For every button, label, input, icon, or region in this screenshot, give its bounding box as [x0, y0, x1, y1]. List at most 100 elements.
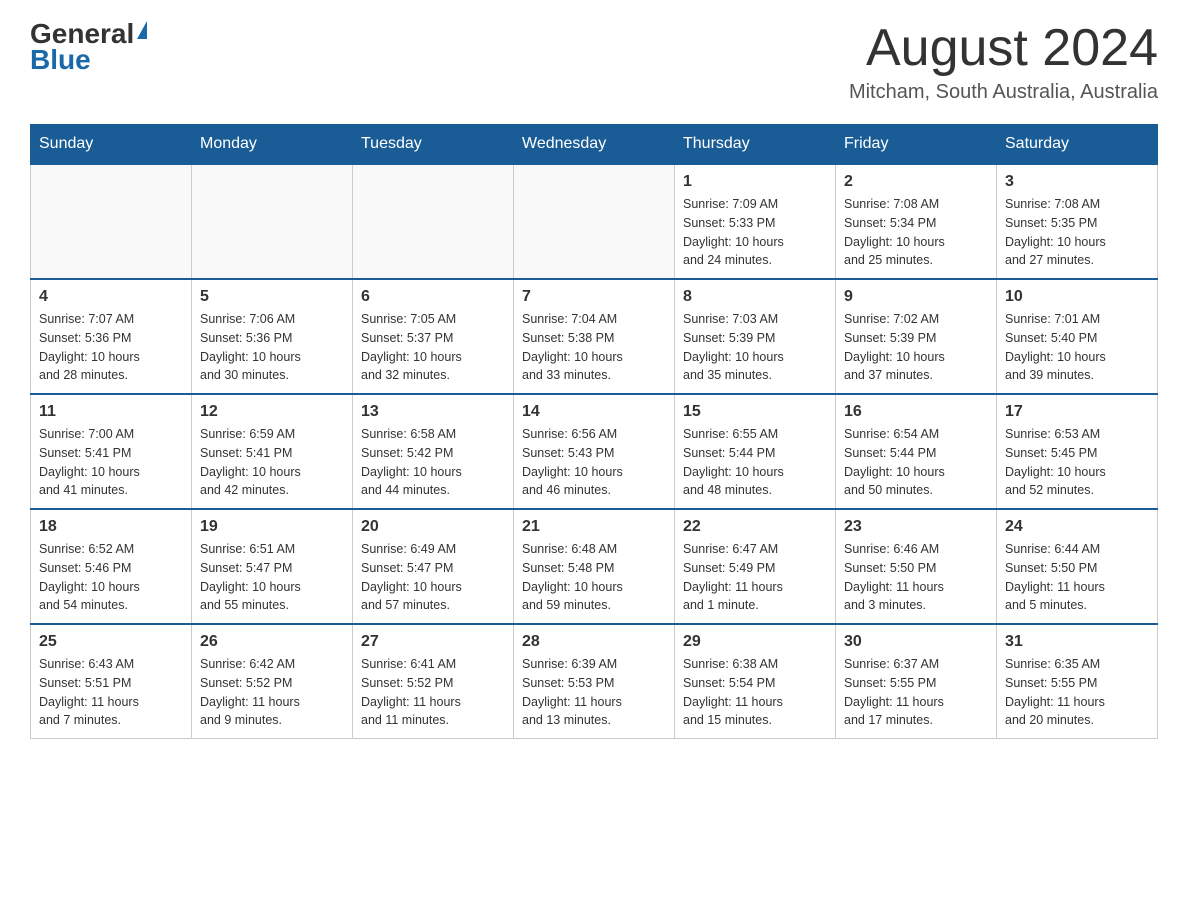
day-number: 9 — [844, 288, 988, 306]
column-header-friday: Friday — [836, 125, 997, 165]
calendar-cell: 3Sunrise: 7:08 AM Sunset: 5:35 PM Daylig… — [997, 164, 1158, 279]
calendar-cell — [514, 164, 675, 279]
calendar-cell: 5Sunrise: 7:06 AM Sunset: 5:36 PM Daylig… — [192, 279, 353, 394]
calendar-cell — [31, 164, 192, 279]
day-info: Sunrise: 7:04 AM Sunset: 5:38 PM Dayligh… — [522, 310, 666, 385]
day-info: Sunrise: 7:00 AM Sunset: 5:41 PM Dayligh… — [39, 425, 183, 500]
calendar-week-4: 18Sunrise: 6:52 AM Sunset: 5:46 PM Dayli… — [31, 509, 1158, 624]
day-info: Sunrise: 6:48 AM Sunset: 5:48 PM Dayligh… — [522, 540, 666, 615]
calendar-week-1: 1 Sunrise: 7:09 AM Sunset: 5:33 PM Daylig… — [31, 164, 1158, 279]
day-number: 20 — [361, 518, 505, 536]
day-info: Sunrise: 6:49 AM Sunset: 5:47 PM Dayligh… — [361, 540, 505, 615]
calendar-cell: 10 Sunrise: 7:01 AM Sunset: 5:40 PM Dayli… — [997, 279, 1158, 394]
day-info: Sunrise: 6:39 AM Sunset: 5:53 PM Dayligh… — [522, 655, 666, 730]
day-number: 6 — [361, 288, 505, 306]
day-info: Sunrise: 7:07 AM Sunset: 5:36 PM Dayligh… — [39, 310, 183, 385]
day-number: 27 — [361, 633, 505, 651]
calendar-cell: 31 Sunrise: 6:35 AM Sunset: 5:55 PM Dayli… — [997, 624, 1158, 739]
day-info: Sunrise: 6:54 AM Sunset: 5:44 PM Dayligh… — [844, 425, 988, 500]
day-info: Sunrise: 6:47 AM Sunset: 5:49 PM Dayligh… — [683, 540, 827, 615]
calendar-cell: 26 Sunrise: 6:42 AM Sunset: 5:52 PM Dayli… — [192, 624, 353, 739]
calendar-cell — [353, 164, 514, 279]
calendar-cell: 21Sunrise: 6:48 AM Sunset: 5:48 PM Dayli… — [514, 509, 675, 624]
day-number: 29 — [683, 633, 827, 651]
day-info: Sunrise: 7:09 AM Sunset: 5:33 PM Dayligh… — [683, 195, 827, 270]
day-info: Sunrise: 6:35 AM Sunset: 5:55 PM Dayligh… — [1005, 655, 1149, 730]
calendar-week-3: 11 Sunrise: 7:00 AM Sunset: 5:41 PM Dayli… — [31, 394, 1158, 509]
day-number: 11 — [39, 403, 183, 421]
day-number: 26 — [200, 633, 344, 651]
day-number: 17 — [1005, 403, 1149, 421]
day-info: Sunrise: 6:43 AM Sunset: 5:51 PM Dayligh… — [39, 655, 183, 730]
column-header-sunday: Sunday — [31, 125, 192, 165]
day-number: 16 — [844, 403, 988, 421]
column-header-monday: Monday — [192, 125, 353, 165]
day-info: Sunrise: 6:53 AM Sunset: 5:45 PM Dayligh… — [1005, 425, 1149, 500]
calendar-cell: 28 Sunrise: 6:39 AM Sunset: 5:53 PM Dayli… — [514, 624, 675, 739]
page-header: General Blue August 2024 Mitcham, South … — [30, 20, 1158, 104]
calendar-cell: 30Sunrise: 6:37 AM Sunset: 5:55 PM Dayli… — [836, 624, 997, 739]
day-info: Sunrise: 7:08 AM Sunset: 5:34 PM Dayligh… — [844, 195, 988, 270]
calendar-cell: 18Sunrise: 6:52 AM Sunset: 5:46 PM Dayli… — [31, 509, 192, 624]
day-info: Sunrise: 6:46 AM Sunset: 5:50 PM Dayligh… — [844, 540, 988, 615]
calendar-cell: 9 Sunrise: 7:02 AM Sunset: 5:39 PM Daylig… — [836, 279, 997, 394]
logo-triangle-icon — [137, 21, 147, 39]
day-number: 5 — [200, 288, 344, 306]
day-number: 24 — [1005, 518, 1149, 536]
calendar-cell: 27 Sunrise: 6:41 AM Sunset: 5:52 PM Dayli… — [353, 624, 514, 739]
calendar-cell: 11 Sunrise: 7:00 AM Sunset: 5:41 PM Dayli… — [31, 394, 192, 509]
calendar-table: SundayMondayTuesdayWednesdayThursdayFrid… — [30, 124, 1158, 739]
calendar-week-2: 4 Sunrise: 7:07 AM Sunset: 5:36 PM Daylig… — [31, 279, 1158, 394]
day-number: 14 — [522, 403, 666, 421]
day-number: 19 — [200, 518, 344, 536]
calendar-cell: 23 Sunrise: 6:46 AM Sunset: 5:50 PM Dayli… — [836, 509, 997, 624]
month-title: August 2024 — [849, 20, 1158, 77]
calendar-cell: 19 Sunrise: 6:51 AM Sunset: 5:47 PM Dayli… — [192, 509, 353, 624]
day-number: 10 — [1005, 288, 1149, 306]
calendar-week-5: 25 Sunrise: 6:43 AM Sunset: 5:51 PM Dayli… — [31, 624, 1158, 739]
day-info: Sunrise: 6:42 AM Sunset: 5:52 PM Dayligh… — [200, 655, 344, 730]
calendar-cell: 17 Sunrise: 6:53 AM Sunset: 5:45 PM Dayli… — [997, 394, 1158, 509]
calendar-cell: 16 Sunrise: 6:54 AM Sunset: 5:44 PM Dayli… — [836, 394, 997, 509]
day-info: Sunrise: 7:01 AM Sunset: 5:40 PM Dayligh… — [1005, 310, 1149, 385]
calendar-cell: 20 Sunrise: 6:49 AM Sunset: 5:47 PM Dayli… — [353, 509, 514, 624]
day-info: Sunrise: 6:51 AM Sunset: 5:47 PM Dayligh… — [200, 540, 344, 615]
day-info: Sunrise: 6:58 AM Sunset: 5:42 PM Dayligh… — [361, 425, 505, 500]
calendar-cell: 22 Sunrise: 6:47 AM Sunset: 5:49 PM Dayli… — [675, 509, 836, 624]
day-number: 28 — [522, 633, 666, 651]
calendar-cell: 7Sunrise: 7:04 AM Sunset: 5:38 PM Daylig… — [514, 279, 675, 394]
day-info: Sunrise: 6:56 AM Sunset: 5:43 PM Dayligh… — [522, 425, 666, 500]
day-number: 15 — [683, 403, 827, 421]
day-info: Sunrise: 7:05 AM Sunset: 5:37 PM Dayligh… — [361, 310, 505, 385]
day-info: Sunrise: 6:38 AM Sunset: 5:54 PM Dayligh… — [683, 655, 827, 730]
location-title: Mitcham, South Australia, Australia — [849, 81, 1158, 104]
column-header-wednesday: Wednesday — [514, 125, 675, 165]
calendar-cell — [192, 164, 353, 279]
day-number: 25 — [39, 633, 183, 651]
day-number: 23 — [844, 518, 988, 536]
day-info: Sunrise: 6:55 AM Sunset: 5:44 PM Dayligh… — [683, 425, 827, 500]
calendar-cell: 13Sunrise: 6:58 AM Sunset: 5:42 PM Dayli… — [353, 394, 514, 509]
calendar-cell: 25 Sunrise: 6:43 AM Sunset: 5:51 PM Dayli… — [31, 624, 192, 739]
day-info: Sunrise: 6:59 AM Sunset: 5:41 PM Dayligh… — [200, 425, 344, 500]
day-info: Sunrise: 7:08 AM Sunset: 5:35 PM Dayligh… — [1005, 195, 1149, 270]
day-number: 1 — [683, 173, 827, 191]
day-number: 30 — [844, 633, 988, 651]
calendar-cell: 12Sunrise: 6:59 AM Sunset: 5:41 PM Dayli… — [192, 394, 353, 509]
column-header-tuesday: Tuesday — [353, 125, 514, 165]
day-info: Sunrise: 7:02 AM Sunset: 5:39 PM Dayligh… — [844, 310, 988, 385]
calendar-cell: 29 Sunrise: 6:38 AM Sunset: 5:54 PM Dayli… — [675, 624, 836, 739]
day-number: 4 — [39, 288, 183, 306]
calendar-cell: 2 Sunrise: 7:08 AM Sunset: 5:34 PM Daylig… — [836, 164, 997, 279]
day-number: 22 — [683, 518, 827, 536]
calendar-cell: 4 Sunrise: 7:07 AM Sunset: 5:36 PM Daylig… — [31, 279, 192, 394]
calendar-header-row: SundayMondayTuesdayWednesdayThursdayFrid… — [31, 125, 1158, 165]
day-info: Sunrise: 6:41 AM Sunset: 5:52 PM Dayligh… — [361, 655, 505, 730]
calendar-cell: 8Sunrise: 7:03 AM Sunset: 5:39 PM Daylig… — [675, 279, 836, 394]
title-section: August 2024 Mitcham, South Australia, Au… — [849, 20, 1158, 104]
logo-blue-text: Blue — [30, 46, 147, 74]
day-info: Sunrise: 6:52 AM Sunset: 5:46 PM Dayligh… — [39, 540, 183, 615]
day-number: 31 — [1005, 633, 1149, 651]
column-header-thursday: Thursday — [675, 125, 836, 165]
day-number: 2 — [844, 173, 988, 191]
